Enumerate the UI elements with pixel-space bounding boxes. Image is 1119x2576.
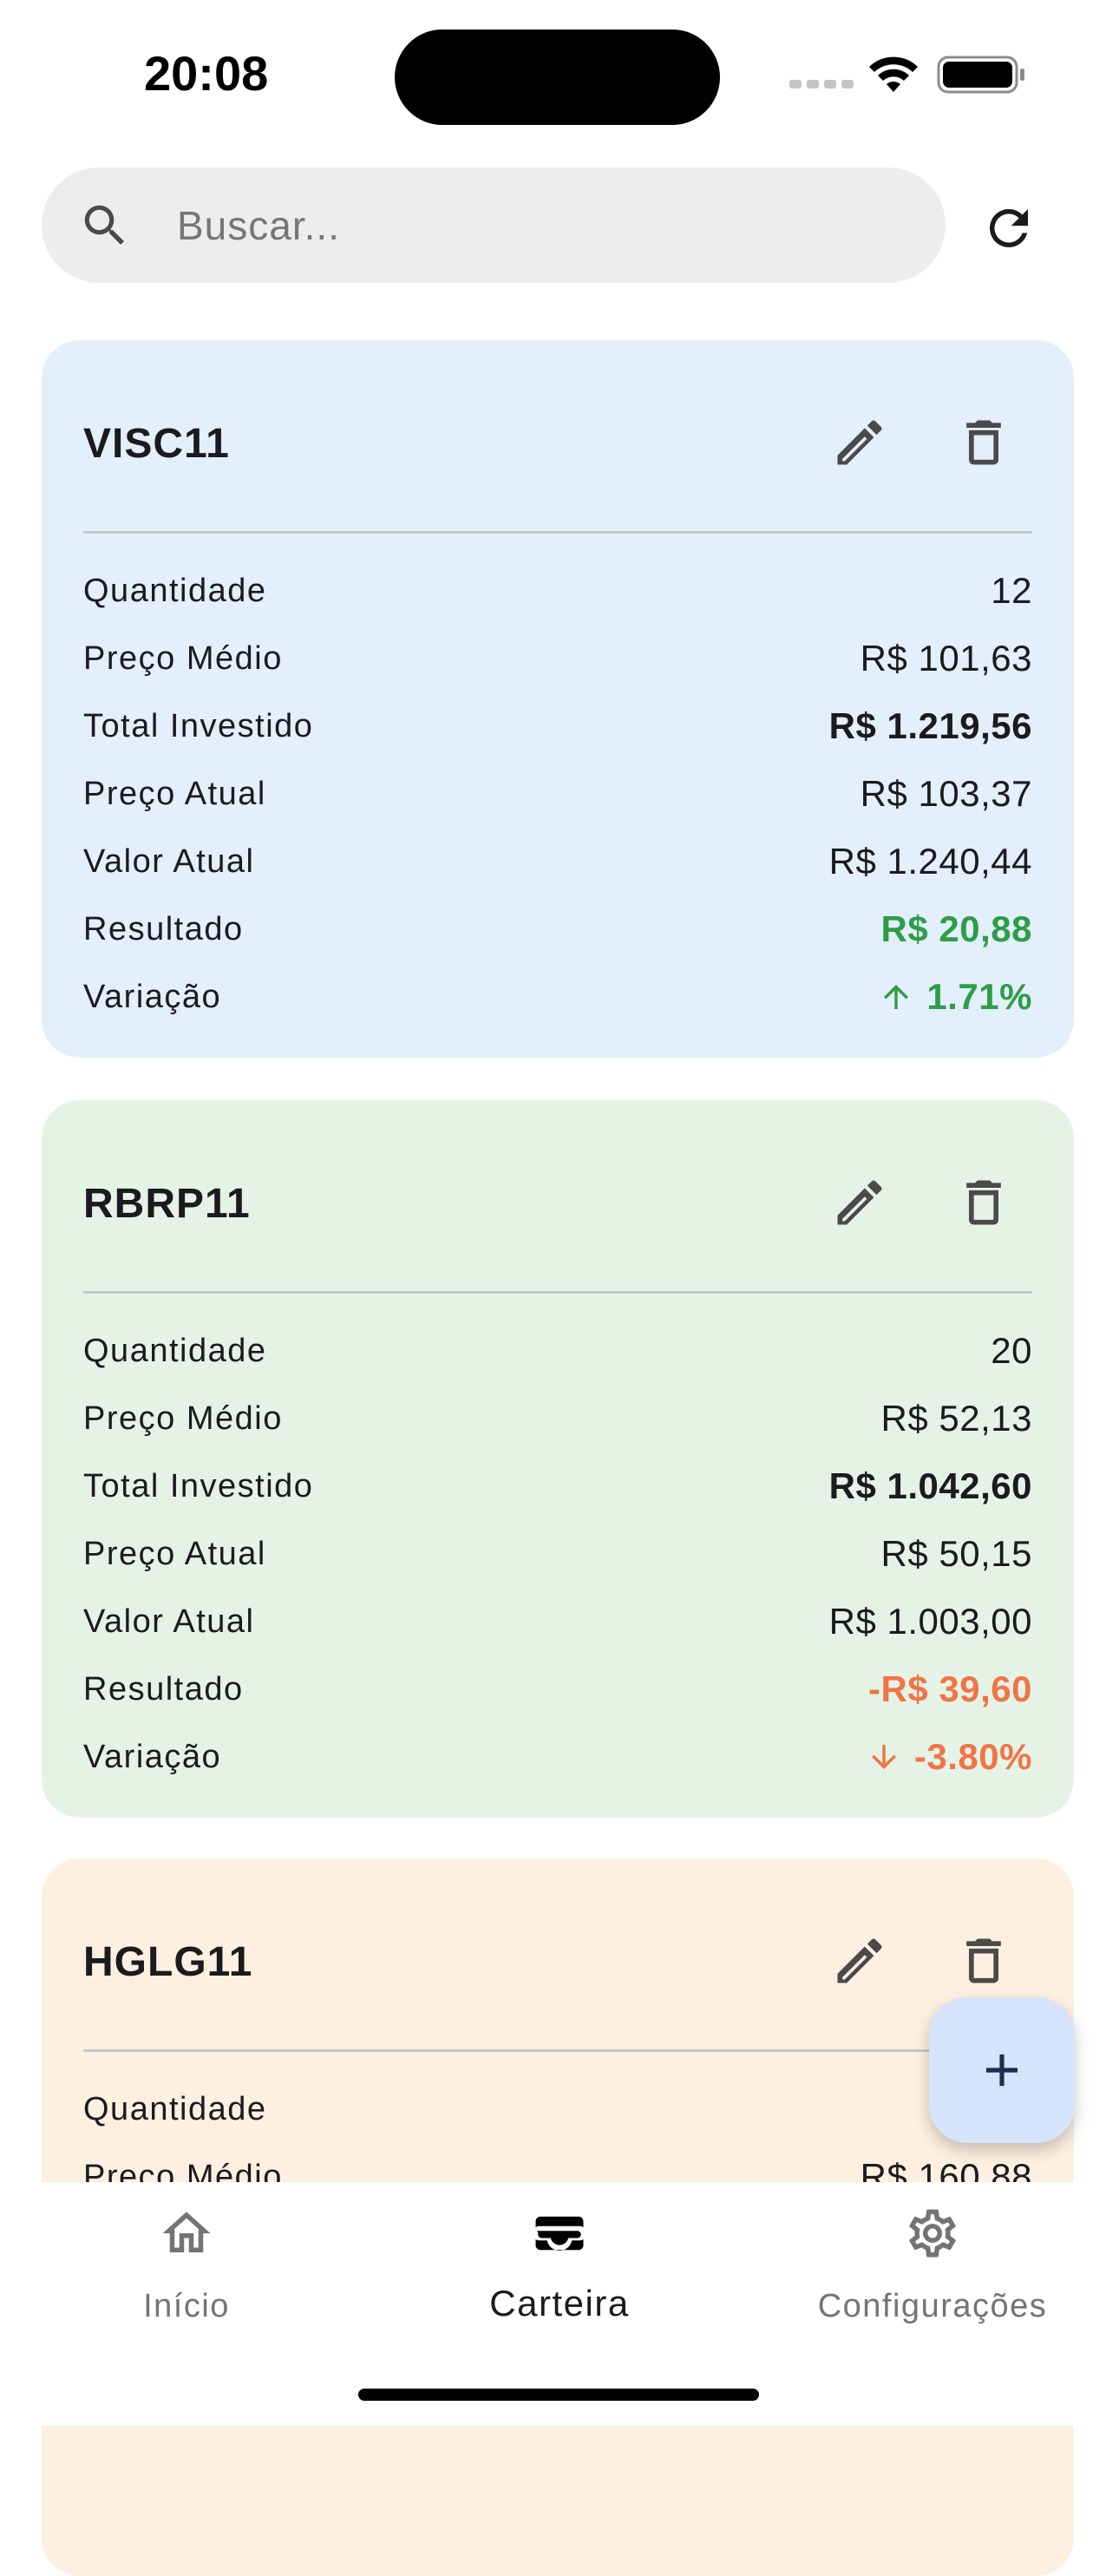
value-variacao: 1.71% (926, 976, 1032, 1017)
label-quantidade: Quantidade (83, 2090, 267, 2127)
value-quantidade: 12 (991, 570, 1032, 611)
trash-icon (966, 1180, 1001, 1225)
row-resultado: Resultado -R$ 39,60 (83, 1655, 1032, 1723)
nav-item-carteira[interactable]: Carteira (373, 2182, 746, 2356)
delete-button[interactable] (946, 405, 1021, 480)
value-variacao: -3.80% (913, 1736, 1032, 1777)
row-preco-atual: Preço Atual R$ 50,15 (83, 1520, 1032, 1588)
status-bar: 20:08 (0, 0, 1119, 147)
label-total-investido: Total Investido (83, 707, 314, 744)
row-valor-atual: Valor Atual R$ 1.240,44 (83, 828, 1032, 895)
row-resultado: Resultado R$ 20,88 (83, 895, 1032, 963)
nav-label-inicio: Início (143, 2288, 230, 2324)
trash-icon (966, 420, 1001, 465)
label-preco-medio: Preço Médio (83, 1399, 283, 1437)
value-valor-atual: R$ 1.240,44 (828, 841, 1032, 882)
row-variacao: Variação 1.71% (83, 963, 1032, 1031)
value-preco-atual: R$ 103,37 (860, 773, 1032, 814)
wifi-icon (869, 56, 918, 92)
label-variacao: Variação (83, 978, 222, 1015)
row-valor-atual: Valor Atual R$ 1.003,00 (83, 1588, 1032, 1655)
delete-button[interactable] (946, 1924, 1021, 1998)
settings-icon (909, 2209, 956, 2258)
row-quantidade: Quantidade 12 (83, 557, 1032, 625)
dynamic-island (395, 29, 720, 125)
value-variacao-group: 1.71% (878, 976, 1032, 1018)
label-preco-atual: Preço Atual (83, 775, 266, 812)
value-resultado: R$ 20,88 (880, 908, 1032, 949)
value-preco-medio: R$ 52,13 (880, 1398, 1032, 1439)
value-quantidade: 20 (991, 1330, 1032, 1371)
card-divider (83, 531, 1032, 534)
edit-icon (837, 1938, 882, 1983)
trash-icon (966, 1938, 1001, 1983)
home-icon (162, 2212, 211, 2252)
asset-card: RBRP11 Quantidade 20 Preço Médio R$ 52,13 … (42, 1100, 1074, 1818)
plus-icon (985, 2054, 1018, 2087)
row-preco-atual: Preço Atual R$ 103,37 (83, 760, 1032, 828)
row-variacao: Variação -3.80% (83, 1723, 1032, 1791)
value-resultado: -R$ 39,60 (868, 1668, 1032, 1709)
value-valor-atual: R$ 1.003,00 (828, 1601, 1032, 1642)
nav-label-configuracoes: Configurações (817, 2288, 1048, 2324)
value-preco-atual: R$ 50,15 (880, 1533, 1032, 1574)
label-preco-atual: Preço Atual (83, 1535, 266, 1572)
label-variacao: Variação (83, 1738, 222, 1775)
label-quantidade: Quantidade (83, 572, 267, 609)
arrow-up-icon (884, 985, 909, 1009)
label-valor-atual: Valor Atual (83, 842, 255, 880)
value-total-investido: R$ 1.219,56 (828, 705, 1032, 746)
asset-ticker: HGLG11 (83, 1939, 253, 1985)
nav-label-carteira: Carteira (489, 2283, 630, 2324)
search-input[interactable] (177, 192, 888, 259)
card-details: Quantidade 20 Preço Médio R$ 52,13 Total I… (83, 1317, 1032, 1791)
add-asset-button[interactable] (929, 1997, 1075, 2143)
label-preco-medio: Preço Médio (83, 639, 283, 677)
value-variacao-group: -3.80% (866, 1736, 1032, 1778)
home-indicator (358, 2389, 759, 2401)
row-preco-medio: Preço Médio R$ 101,63 (83, 625, 1032, 692)
nav-item-inicio[interactable]: Início (0, 2182, 373, 2356)
row-total-investido: Total Investido R$ 1.219,56 (83, 692, 1032, 760)
label-resultado: Resultado (83, 1670, 244, 1708)
edit-icon (837, 1180, 882, 1225)
value-preco-medio: R$ 101,63 (860, 638, 1032, 678)
edit-button[interactable] (822, 1165, 897, 1240)
asset-ticker: RBRP11 (83, 1181, 251, 1227)
nav-item-configuracoes[interactable]: Configurações (746, 2182, 1119, 2356)
card-divider (83, 2049, 1032, 2052)
label-total-investido: Total Investido (83, 1467, 314, 1504)
cellular-signal-icon (789, 80, 854, 88)
asset-ticker: VISC11 (83, 421, 230, 467)
card-divider (83, 1291, 1032, 1294)
status-time: 20:08 (144, 46, 269, 101)
battery-icon (937, 56, 1024, 94)
asset-card: VISC11 Quantidade 12 Preço Médio R$ 101,63… (42, 340, 1074, 1058)
label-quantidade: Quantidade (83, 1332, 267, 1369)
arrow-down-icon (871, 1745, 896, 1769)
search-icon (84, 205, 124, 245)
row-total-investido: Total Investido R$ 1.042,60 (83, 1452, 1032, 1520)
refresh-button[interactable] (972, 191, 1045, 265)
label-resultado: Resultado (83, 910, 244, 947)
search-bar[interactable] (42, 167, 946, 283)
value-total-investido: R$ 1.042,60 (828, 1465, 1032, 1506)
edit-button[interactable] (822, 1924, 897, 1998)
row-quantidade: Quantidade 20 (83, 1317, 1032, 1385)
wallet-icon (535, 2216, 584, 2252)
edit-button[interactable] (822, 405, 897, 480)
refresh-icon (989, 208, 1028, 247)
card-details: Quantidade 12 Preço Médio R$ 101,63 Total … (83, 557, 1032, 1031)
row-quantidade: Quantidade (83, 2075, 1032, 2143)
edit-icon (837, 420, 882, 465)
delete-button[interactable] (946, 1165, 1021, 1240)
label-valor-atual: Valor Atual (83, 1603, 255, 1640)
row-preco-medio: Preço Médio R$ 52,13 (83, 1385, 1032, 1452)
